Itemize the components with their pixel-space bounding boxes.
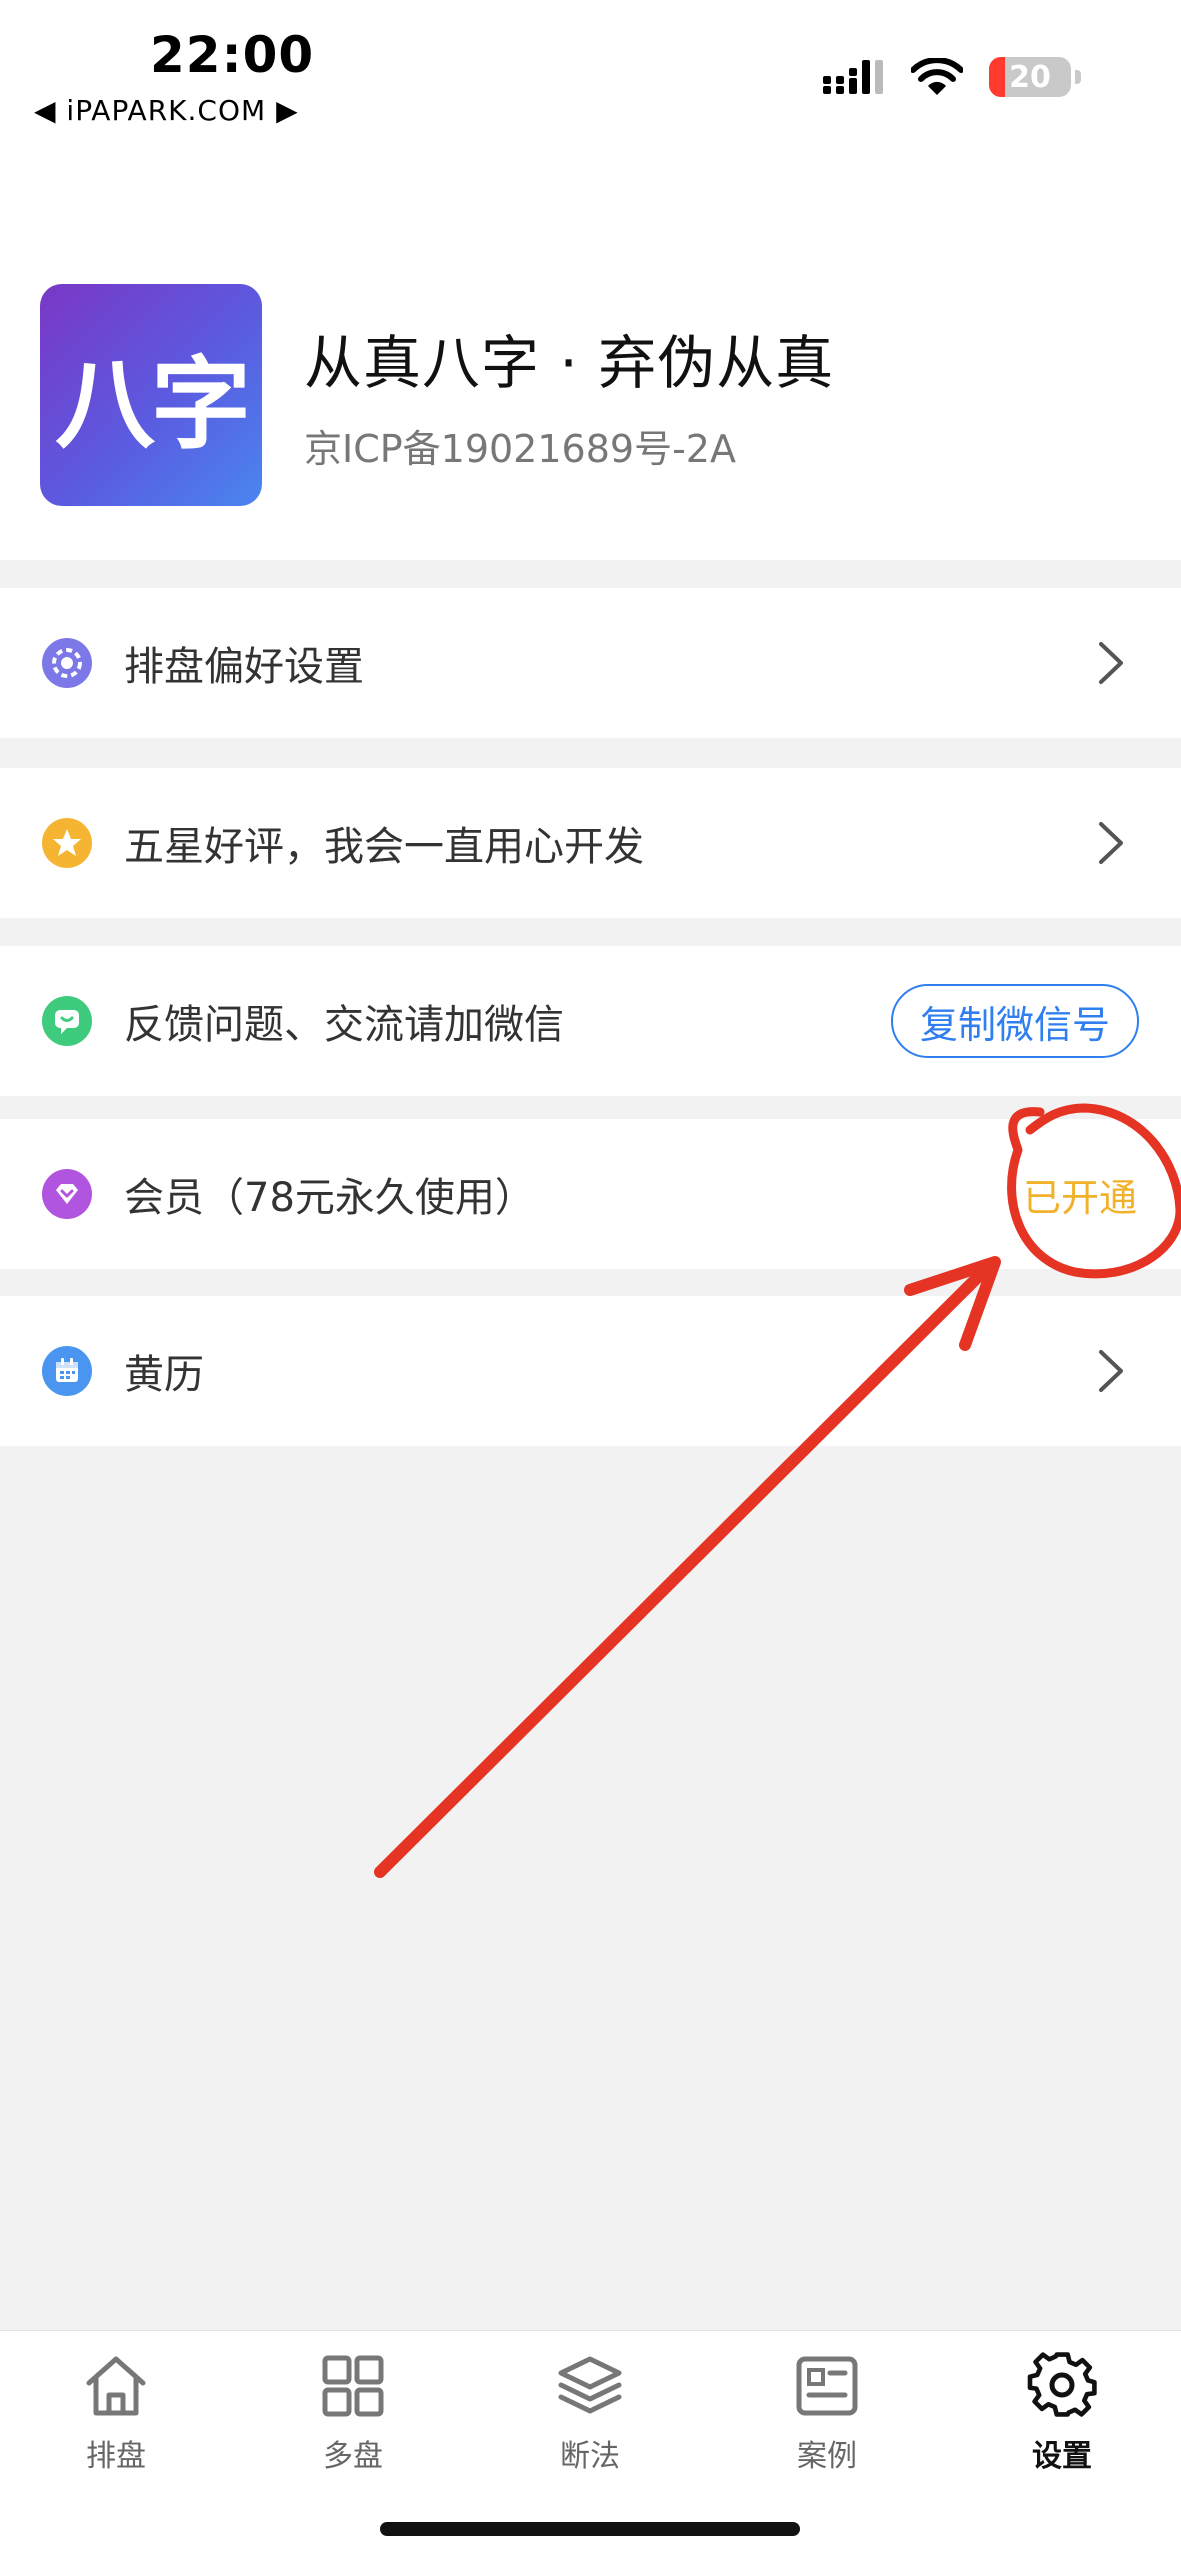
row-rating[interactable]: 五星好评，我会一直用心开发 (0, 768, 1181, 918)
chevron-right-icon (1099, 822, 1123, 864)
membership-status: 已开通 (1022, 1175, 1137, 1220)
calendar-icon (42, 1346, 92, 1396)
gear-icon (1027, 2352, 1097, 2417)
battery-cap (1075, 70, 1081, 84)
app-logo: 八字 (40, 284, 262, 506)
back-to-app-link[interactable]: ◀ iPAPARK.COM ▶ (34, 94, 299, 127)
star-icon (42, 818, 92, 868)
row-membership[interactable]: 会员（78元永久使用） 已开通 (0, 1119, 1181, 1269)
status-icons: 20 (823, 52, 1081, 102)
signal-icon (823, 60, 883, 94)
membership-label: 会员（78元永久使用） (124, 1175, 535, 1221)
chevron-right-icon (1099, 642, 1123, 684)
tab-shezhi[interactable]: 设置 (992, 2351, 1132, 2491)
layers-icon (558, 2356, 622, 2414)
home-indicator[interactable] (380, 2522, 800, 2536)
settings-screen: 22:00 ◀ iPAPARK.COM ▶ 20 八字 从真八字 · 弃伪从真 … (0, 0, 1181, 2560)
home-icon (86, 2356, 146, 2416)
diamond-icon (42, 1169, 92, 1219)
tab-duanfa[interactable]: 断法 (520, 2351, 660, 2491)
chat-bubble-icon (42, 996, 92, 1046)
row-feedback: 反馈问题、交流请加微信 复制微信号 (0, 946, 1181, 1096)
row-almanac[interactable]: 黄历 (0, 1296, 1181, 1446)
tab-label: 多盘 (323, 2439, 383, 2474)
tab-label: 设置 (1032, 2439, 1092, 2474)
tab-duopan[interactable]: 多盘 (283, 2351, 423, 2491)
tab-paipan[interactable]: 排盘 (46, 2351, 186, 2491)
preferences-label: 排盘偏好设置 (124, 644, 364, 690)
settings-flower-icon (42, 638, 92, 688)
battery-level: 20 (1009, 59, 1051, 95)
tab-label: 排盘 (86, 2439, 146, 2474)
app-logo-text: 八字 (55, 345, 251, 463)
icp-number: 京ICP备19021689号-2A (304, 427, 736, 471)
feedback-label: 反馈问题、交流请加微信 (124, 1002, 564, 1048)
chevron-right-icon (1099, 1350, 1123, 1392)
tab-label: 断法 (560, 2439, 620, 2474)
rating-label: 五星好评，我会一直用心开发 (124, 824, 644, 870)
almanac-label: 黄历 (124, 1352, 204, 1398)
grid-icon (322, 2355, 384, 2417)
wifi-icon (911, 58, 963, 95)
tab-anli[interactable]: 案例 (757, 2351, 897, 2491)
case-card-icon (796, 2356, 858, 2416)
battery-icon: 20 (989, 57, 1071, 97)
app-name: 从真八字 · 弃伪从真 (304, 329, 835, 397)
tab-label: 案例 (797, 2439, 857, 2474)
row-preferences[interactable]: 排盘偏好设置 (0, 588, 1181, 738)
status-time: 22:00 (150, 26, 315, 84)
copy-wechat-button[interactable]: 复制微信号 (891, 984, 1139, 1058)
